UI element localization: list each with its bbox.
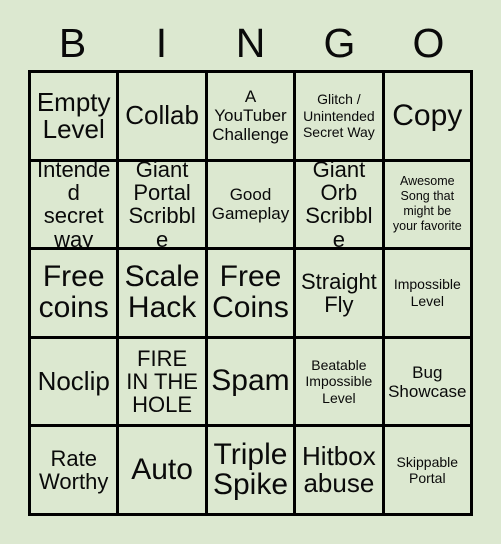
- bingo-cell-label: Impossible Level: [393, 276, 461, 309]
- bingo-cell-label: Free Coins: [212, 260, 289, 324]
- bingo-cell-label: Bug Showcase: [388, 362, 467, 401]
- bingo-cell-r1c5[interactable]: Copy: [384, 73, 473, 162]
- bingo-cell-label: Auto: [131, 452, 193, 486]
- bingo-cell-r1c1[interactable]: Empty Level: [31, 73, 120, 162]
- bingo-cell-label: Straight Fly: [300, 268, 377, 317]
- bingo-cell-r4c4[interactable]: Beatable Impossible Level: [296, 338, 385, 428]
- bingo-cell-r2c2[interactable]: Giant Portal Scribble: [119, 161, 208, 251]
- bingo-cell-label: Beatable Impossible Level: [305, 356, 373, 406]
- bingo-cell-label: Giant Portal Scribble: [128, 161, 196, 251]
- bingo-cell-r2c4[interactable]: Giant Orb Scribble: [296, 161, 385, 251]
- bingo-cell-label: Skippable Portal: [396, 453, 459, 487]
- bingo-cell-label: Free coins: [38, 260, 109, 324]
- bingo-cell-r5c2[interactable]: Auto: [119, 427, 208, 516]
- bingo-cell-r5c1[interactable]: Rate Worthy: [31, 427, 120, 516]
- bingo-cell-label: FIRE IN THE HOLE: [126, 345, 198, 418]
- bingo-cell-r2c1[interactable]: Intended secret way: [31, 161, 120, 251]
- bingo-cell-r4c5[interactable]: Bug Showcase: [384, 338, 473, 428]
- bingo-cell-label: Awesome Song that might be your favorite: [392, 174, 462, 234]
- header-letter-n: N: [235, 19, 266, 66]
- bingo-cell-label: Giant Orb Scribble: [305, 161, 373, 251]
- bingo-cell-label: Rate Worthy: [39, 445, 109, 495]
- bingo-cell-r5c3[interactable]: Triple Spike: [207, 427, 297, 516]
- bingo-cell-label: Empty Level: [36, 87, 111, 144]
- bingo-cell-label: Triple Spike: [212, 437, 289, 502]
- bingo-cell-label: Hitbox abuse: [302, 441, 376, 499]
- bingo-cell-label: Noclip: [37, 366, 110, 397]
- bingo-cell-label: Glitch / Unintended Secret Way: [302, 91, 375, 141]
- bingo-header: B I N G O: [28, 16, 473, 70]
- bingo-cell-r2c3[interactable]: Good Gameplay: [207, 161, 297, 251]
- bingo-card: B I N G O Empty Level Collab A YouTuber Chall…: [0, 0, 501, 544]
- bingo-cell-label: Good Gameplay: [211, 185, 290, 224]
- bingo-cell-r1c4[interactable]: Glitch / Unintended Secret Way: [296, 73, 385, 162]
- bingo-cell-r3c4[interactable]: Straight Fly: [296, 250, 385, 339]
- bingo-cell-r5c4[interactable]: Hitbox abuse: [296, 427, 385, 516]
- header-letter-i: I: [155, 19, 168, 66]
- bingo-cell-label: Intended secret way: [36, 161, 111, 251]
- bingo-cell-r2c5[interactable]: Awesome Song that might be your favorite: [384, 161, 473, 251]
- bingo-cell-r4c3[interactable]: Spam: [207, 338, 297, 428]
- bingo-cell-r3c1[interactable]: Free coins: [31, 250, 120, 339]
- bingo-cell-r1c2[interactable]: Collab: [119, 73, 208, 162]
- bingo-cell-r3c2[interactable]: Scale Hack: [119, 250, 208, 339]
- bingo-cell-r3c5[interactable]: Impossible Level: [384, 250, 473, 339]
- bingo-cell-label: Scale Hack: [124, 260, 200, 324]
- bingo-cell-label: Copy: [392, 98, 463, 132]
- bingo-cell-label: Collab: [125, 100, 199, 131]
- bingo-cell-r4c2[interactable]: FIRE IN THE HOLE: [119, 338, 208, 428]
- bingo-cell-r3c3[interactable]: Free Coins: [207, 250, 297, 339]
- bingo-cell-r1c3[interactable]: A YouTuber Challenge: [207, 73, 297, 162]
- bingo-cell-r5c5[interactable]: Skippable Portal: [384, 427, 473, 516]
- bingo-cell-label: Spam: [211, 364, 290, 398]
- header-letter-b: B: [58, 19, 87, 66]
- bingo-cell-label: A YouTuber Challenge: [212, 87, 289, 145]
- header-letter-o: O: [412, 19, 445, 66]
- bingo-cell-r4c1[interactable]: Noclip: [31, 338, 120, 428]
- bingo-grid: Empty Level Collab A YouTuber Challenge Glitch…: [28, 70, 473, 516]
- header-letter-g: G: [323, 19, 356, 66]
